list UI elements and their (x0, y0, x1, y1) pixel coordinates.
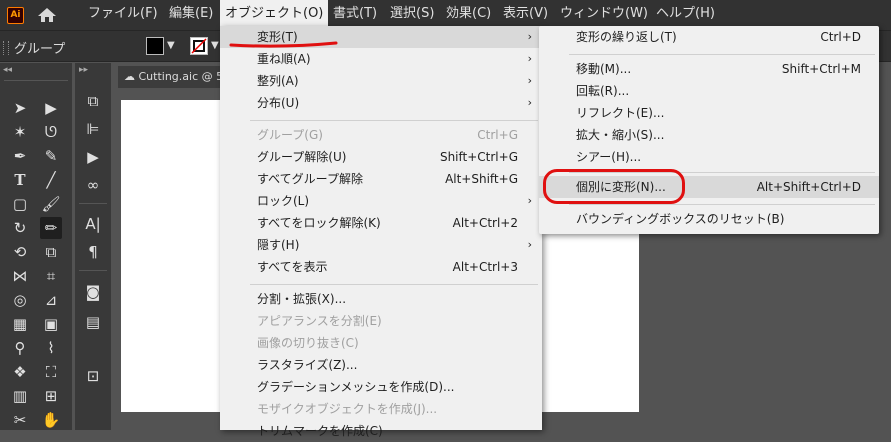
menu-item-ungroup-all[interactable]: すべてグループ解除 Alt+Shift+G (220, 168, 542, 190)
menu-item-distribute[interactable]: 分布(U) › (220, 92, 542, 114)
slice-tool-icon[interactable]: ✂ (9, 409, 31, 431)
symbol-sprayer-tool-icon[interactable]: ⛶ (40, 361, 62, 383)
menu-edit[interactable]: 編集(E) (164, 0, 218, 28)
chevron-down-icon[interactable]: ▼ (211, 40, 219, 51)
menu-separator (250, 284, 538, 285)
menu-item-unlock-all[interactable]: すべてをロック解除(K) Alt+Ctrl+2 (220, 212, 542, 234)
chevron-right-icon: › (527, 52, 532, 65)
menu-item-hide[interactable]: 隠す(H) › (220, 234, 542, 256)
object-menu: 変形(T) › 重ね順(A) › 整列(A) › 分布(U) › グループ(G) Ctrl… (220, 26, 542, 438)
rotate-tool-icon[interactable]: ⟲ (9, 241, 31, 263)
menu-select[interactable]: 選択(S) (385, 0, 439, 28)
app-logo: Ai (7, 7, 24, 24)
lasso-tool-icon[interactable]: ᘎ (40, 121, 62, 143)
menu-item-create-gradient-mesh[interactable]: グラデーションメッシュを作成(D)... (220, 376, 542, 398)
menu-item-lock[interactable]: ロック(L) › (220, 190, 542, 212)
cloud-icon: ☁ (124, 70, 135, 83)
shape-builder-tool-icon[interactable]: ◎ (9, 289, 31, 311)
menu-item-show-all[interactable]: すべてを表示 Alt+Ctrl+3 (220, 256, 542, 278)
submenu-item-rotate[interactable]: 回転(R)... (539, 80, 879, 102)
submenu-item-shear[interactable]: シアー(H)... (539, 146, 879, 168)
graph-tool-icon[interactable]: ▥ (9, 385, 31, 407)
annotation-underline (229, 41, 338, 48)
shaper-tool-icon[interactable]: ↻ (9, 217, 31, 239)
menu-item-align[interactable]: 整列(A) › (220, 70, 542, 92)
rectangle-tool-icon[interactable]: ▢ (9, 193, 31, 215)
menu-item-rasterize[interactable]: ラスタライズ(Z)... (220, 354, 542, 376)
gradient-tool-icon[interactable]: ▣ (40, 313, 62, 335)
menu-effect[interactable]: 効果(C) (441, 0, 496, 28)
magic-wand-tool-icon[interactable]: ✶ (9, 121, 31, 143)
chevron-right-icon: › (527, 30, 532, 43)
paintbrush-tool-icon[interactable]: 🖌 (40, 193, 62, 215)
fill-swatch[interactable] (146, 37, 164, 55)
menu-view[interactable]: 表示(V) (498, 0, 553, 28)
artboard-tool-icon[interactable]: ⊞ (40, 385, 62, 407)
actions-panel-icon[interactable]: ▶ (82, 146, 104, 168)
eyedropper-tool-icon[interactable]: ⚲ (9, 337, 31, 359)
document-tab[interactable]: ☁ Cutting.aic @ 5 (118, 66, 220, 88)
direct-selection-tool-icon[interactable]: ▶ (40, 97, 62, 119)
scale-tool-icon[interactable]: ⧉ (40, 241, 62, 263)
menu-file[interactable]: ファイル(F) (83, 0, 163, 28)
document-tab-title: Cutting.aic @ 5 (138, 70, 221, 83)
submenu-item-reset-bounding-box[interactable]: バウンディングボックスのリセット(B) (539, 208, 879, 230)
type-tool-icon[interactable]: T (9, 169, 31, 191)
annotation-circle (543, 169, 685, 204)
character-panel-icon[interactable]: A| (82, 213, 104, 235)
grip-icon[interactable] (3, 41, 9, 55)
menu-help[interactable]: ヘルプ(H) (651, 0, 720, 28)
perspective-grid-tool-icon[interactable]: ⊿ (40, 289, 62, 311)
submenu-item-move[interactable]: 移動(M)... Shift+Ctrl+M (539, 58, 879, 80)
menu-window[interactable]: ウィンドウ(W) (555, 0, 653, 28)
stroke-swatch[interactable] (190, 37, 208, 55)
menu-item-crop-image[interactable]: 画像の切り抜き(C) (220, 332, 542, 354)
menu-separator (569, 204, 875, 205)
paragraph-panel-icon[interactable]: ¶ (82, 241, 104, 263)
panel-divider (4, 80, 68, 81)
selection-tool-icon[interactable]: ➤ (9, 97, 31, 119)
menu-item-group[interactable]: グループ(G) Ctrl+G (220, 124, 542, 146)
menu-item-expand-appearance[interactable]: アピアランスを分割(E) (220, 310, 542, 332)
free-transform-tool-icon[interactable]: ⌗ (40, 265, 62, 287)
submenu-item-reflect[interactable]: リフレクト(E)... (539, 102, 879, 124)
menu-item-arrange[interactable]: 重ね順(A) › (220, 48, 542, 70)
chevron-right-icon: › (527, 96, 532, 109)
layers-panel-icon[interactable]: ⧉ (82, 90, 104, 112)
blend-tool-icon[interactable]: ❖ (9, 361, 31, 383)
width-tool-icon[interactable]: ⋈ (9, 265, 31, 287)
panel-divider (79, 270, 107, 271)
line-tool-icon[interactable]: ╱ (40, 169, 62, 191)
expand-icon[interactable]: ▸▸ (79, 65, 88, 75)
align-panel-icon[interactable]: ⊫ (82, 118, 104, 140)
mesh-tool-icon[interactable]: ▦ (9, 313, 31, 335)
menu-item-expand[interactable]: 分割・拡張(X)... (220, 288, 542, 310)
submenu-item-transform-again[interactable]: 変形の繰り返し(T) Ctrl+D (539, 26, 879, 48)
home-icon[interactable] (37, 7, 57, 23)
hand-tool-icon[interactable]: ✋ (40, 409, 62, 431)
menu-type[interactable]: 書式(T) (328, 0, 382, 28)
menu-item-create-trim-marks[interactable]: トリムマークを作成(C) (220, 420, 542, 442)
curvature-tool-icon[interactable]: ✎ (40, 145, 62, 167)
chevron-right-icon: › (527, 194, 532, 207)
menu-object[interactable]: オブジェクト(O) (220, 0, 329, 28)
panel-divider (79, 203, 107, 204)
menu-separator (569, 54, 875, 55)
submenu-item-scale[interactable]: 拡大・縮小(S)... (539, 124, 879, 146)
menu-item-create-object-mosaic[interactable]: モザイクオブジェクトを作成(J)... (220, 398, 542, 420)
image-trace-panel-icon[interactable]: ◙ (82, 281, 104, 303)
menu-item-ungroup[interactable]: グループ解除(U) Shift+Ctrl+G (220, 146, 542, 168)
menu-separator (250, 120, 538, 121)
object-type-label: グループ (14, 42, 66, 57)
chevron-down-icon[interactable]: ▼ (167, 40, 175, 51)
transform-panel-icon[interactable]: ⊡ (82, 365, 104, 387)
chevron-right-icon: › (527, 238, 532, 251)
pencil-tool-icon[interactable]: ✏ (40, 217, 62, 239)
links-panel-icon[interactable]: ∞ (82, 174, 104, 196)
measure-tool-icon[interactable]: ⌇ (40, 337, 62, 359)
pen-tool-icon[interactable]: ✒ (9, 145, 31, 167)
chevron-right-icon: › (527, 74, 532, 87)
appearance-panel-icon[interactable]: ▤ (82, 311, 104, 333)
collapse-icon[interactable]: ◂◂ (3, 65, 12, 75)
